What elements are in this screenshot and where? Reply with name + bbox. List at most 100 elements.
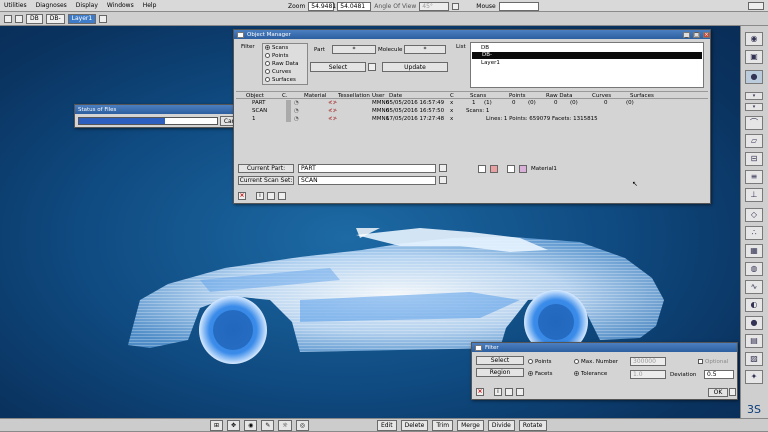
rotate-button[interactable]: Rotate	[518, 419, 547, 431]
lighting-icon[interactable]: ✦	[745, 370, 763, 384]
current-part-button[interactable]: Current Part:	[238, 164, 294, 173]
points-radio[interactable]: Points	[528, 359, 552, 365]
trim-button[interactable]: Trim	[432, 419, 454, 431]
col-user[interactable]: User	[372, 93, 385, 99]
measure-icon[interactable]: ⊥	[745, 188, 763, 202]
menu-help[interactable]: Help	[143, 2, 157, 9]
color-map-icon[interactable]: ◐	[745, 298, 763, 312]
divide-button[interactable]: Divide	[487, 419, 515, 431]
row-scrollbar[interactable]	[286, 100, 291, 122]
cube-icon[interactable]: ▣	[745, 50, 763, 64]
molecule-dropdown[interactable]: *	[404, 45, 446, 54]
pick-tool-icon[interactable]: ✎	[261, 419, 275, 431]
chip-layer1[interactable]: Layer1	[67, 13, 97, 24]
chip-db[interactable]: DB	[26, 13, 43, 24]
delete-button[interactable]: Delete	[400, 419, 429, 431]
shading-icon[interactable]: ▨	[745, 352, 763, 366]
menu-utilities[interactable]: Utilities	[4, 2, 27, 9]
sphere-icon[interactable]: ●	[745, 70, 763, 84]
print-icon[interactable]	[505, 388, 513, 396]
filter-curves[interactable]: Curves	[265, 69, 291, 75]
filter-region-button[interactable]: Region	[476, 368, 524, 377]
select-options-icon[interactable]	[368, 63, 376, 71]
points-icon[interactable]: ∴	[745, 226, 763, 240]
filter-raw-data[interactable]: Raw Data	[265, 61, 298, 67]
select-button[interactable]: Select	[310, 62, 366, 72]
current-part-field[interactable]: PART	[298, 164, 436, 173]
settings-icon[interactable]	[278, 192, 286, 200]
current-scan-field[interactable]: SCAN	[298, 176, 436, 185]
close-x-icon[interactable]: ×	[476, 388, 484, 396]
scan-icon[interactable]: ◇	[745, 208, 763, 222]
col-c2[interactable]: C	[450, 93, 454, 99]
ball-icon[interactable]: ●	[745, 316, 763, 330]
visibility-checkbox[interactable]	[478, 165, 486, 173]
col-material[interactable]: Material	[304, 93, 326, 99]
plane-icon[interactable]: ▱	[745, 134, 763, 148]
merge-button[interactable]: Merge	[457, 419, 484, 431]
angle-field[interactable]: 45°	[419, 2, 450, 11]
settings-icon[interactable]	[516, 388, 524, 396]
menu-display[interactable]: Display	[76, 2, 98, 9]
grid-tool-icon[interactable]: ⊞	[210, 419, 224, 431]
col-raw-data[interactable]: Raw Data	[546, 93, 572, 99]
target-tool-icon[interactable]: ◎	[295, 419, 309, 431]
light-tool-icon[interactable]: ☼	[278, 419, 292, 431]
table-row[interactable]: PART ◔ ≮≯ MMN6 05/05/2016 16:57:49 x 1 (…	[236, 100, 708, 108]
close-icon[interactable]: ×	[703, 31, 710, 38]
curvature-icon[interactable]: ∿	[745, 280, 763, 294]
filter-surfaces[interactable]: Surfaces	[265, 77, 296, 83]
camera-icon[interactable]: ◉	[745, 32, 763, 46]
filter-points[interactable]: Points	[265, 53, 289, 59]
tolerance-radio[interactable]: Tolerance	[574, 371, 607, 377]
filter-select-button[interactable]: Select	[476, 356, 524, 365]
col-points[interactable]: Points	[509, 93, 526, 99]
optional-checkbox[interactable]: Optional	[698, 359, 728, 365]
section-icon[interactable]: ⊟	[745, 152, 763, 166]
current-scan-button[interactable]: Current Scan Set:	[238, 176, 294, 185]
menu-windows[interactable]: Windows	[107, 2, 134, 9]
material-swatch[interactable]	[519, 165, 527, 173]
menu-diagnoses[interactable]: Diagnoses	[36, 2, 67, 9]
globe-icon[interactable]	[99, 14, 108, 23]
layers-icon[interactable]: ≡	[745, 170, 763, 184]
list-item-selected[interactable]: DB-	[472, 52, 702, 59]
max-number-field[interactable]: 300000	[630, 357, 666, 366]
col-object[interactable]: Object	[246, 93, 264, 99]
print-icon[interactable]	[267, 192, 275, 200]
ok-options-icon[interactable]	[729, 388, 736, 396]
material-checkbox[interactable]	[507, 165, 515, 173]
col-tessellation[interactable]: Tessellation	[338, 93, 370, 99]
col-date[interactable]: Date	[389, 93, 402, 99]
table-row[interactable]: SCAN ◔ ≮≯ MMN6 05/05/2016 16:57:50 x Sca…	[236, 108, 708, 116]
list-item[interactable]: Layer1	[481, 60, 500, 66]
info-icon[interactable]: i	[256, 192, 264, 200]
color-swatch[interactable]	[490, 165, 498, 173]
maximize-icon[interactable]: □	[693, 31, 700, 38]
window-controls-icon[interactable]	[748, 2, 764, 10]
close-x-icon[interactable]: ×	[238, 192, 246, 200]
col-scans[interactable]: Scans	[470, 93, 486, 99]
plane-dropdown[interactable]: ▾	[745, 92, 763, 100]
facets-radio[interactable]: Facets	[528, 371, 552, 377]
surface-icon[interactable]: ◍	[745, 262, 763, 276]
layers-icon[interactable]	[15, 14, 23, 23]
col-surfaces[interactable]: Surfaces	[630, 93, 654, 99]
grid-icon[interactable]: ▤	[745, 334, 763, 348]
info-icon[interactable]: i	[494, 388, 502, 396]
deviation-field[interactable]: 0.5	[704, 370, 734, 379]
lock-icon[interactable]	[452, 3, 460, 10]
view-dropdown[interactable]: ▾	[745, 103, 763, 111]
ok-button[interactable]: OK	[708, 388, 728, 397]
mouse-field[interactable]	[498, 2, 539, 11]
zoom-field-2[interactable]: 54.0481	[337, 2, 372, 11]
curve-icon[interactable]: ⌒	[745, 116, 763, 130]
tolerance-field[interactable]: 1.0	[630, 370, 666, 379]
table-row[interactable]: 1 ◔ ≮≯ MMN6 17/05/2016 17:27:48 x Lines:…	[236, 116, 708, 124]
chip-db-minus[interactable]: DB-	[45, 13, 65, 24]
edit-button[interactable]: Edit	[376, 419, 397, 431]
list-item[interactable]: DB	[481, 45, 489, 51]
mesh-icon[interactable]: ▦	[745, 244, 763, 258]
part-picker-icon[interactable]	[439, 164, 447, 172]
minimize-icon[interactable]: _	[683, 31, 690, 38]
